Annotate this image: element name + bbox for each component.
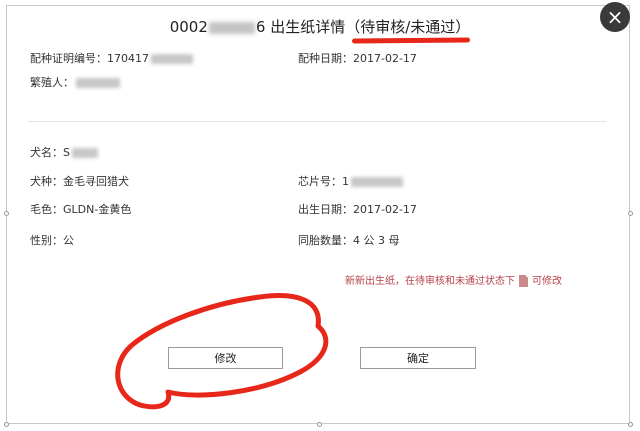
cert-number-value: 170417 bbox=[107, 52, 149, 65]
breed-field: 犬种：金毛寻回猎犬 bbox=[30, 175, 129, 189]
litter-count-field: 同胎数量：4 公 3 母 bbox=[298, 234, 400, 248]
redacted-block bbox=[71, 148, 98, 158]
dog-name-field: 犬名：S bbox=[30, 146, 98, 160]
cert-number-label: 配种证明编号： bbox=[30, 52, 107, 65]
edit-button[interactable]: 修改 bbox=[168, 347, 283, 369]
chip-number-field: 芯片号：1 bbox=[298, 175, 403, 189]
resize-handle-icon[interactable] bbox=[628, 422, 633, 427]
edit-hint-text: 新新出生纸，在待审核和未通过状态下 bbox=[345, 276, 515, 287]
sex-label: 性别： bbox=[30, 234, 63, 247]
redacted-block bbox=[351, 177, 403, 187]
screen: × 0002 6 出生纸详情（待审核/未通过） 配种证明编号：170417 配种日… bbox=[0, 0, 640, 431]
coat-color-field: 毛色：GLDN-金黄色 bbox=[30, 203, 131, 217]
chip-number-label: 芯片号： bbox=[298, 175, 342, 188]
redacted-block bbox=[151, 54, 193, 64]
sex-value: 公 bbox=[63, 234, 74, 247]
edit-hint-note: 新新出生纸，在待审核和未通过状态下 可修改 bbox=[345, 272, 562, 287]
litter-count-value: 4 公 3 母 bbox=[353, 234, 400, 247]
litter-count-label: 同胎数量： bbox=[298, 234, 353, 247]
dog-name-label: 犬名： bbox=[30, 146, 63, 159]
dog-name-value: S bbox=[63, 146, 70, 159]
document-icon bbox=[519, 275, 528, 287]
cert-number-field: 配种证明编号：170417 bbox=[30, 52, 193, 66]
redacted-block bbox=[208, 21, 255, 34]
edit-hint-suffix: 可修改 bbox=[532, 276, 562, 287]
section-divider bbox=[28, 121, 606, 122]
breeding-date-field: 配种日期：2017-02-17 bbox=[298, 52, 417, 66]
breed-value: 金毛寻回猎犬 bbox=[63, 175, 129, 188]
resize-handle-icon[interactable] bbox=[317, 422, 322, 427]
breeding-date-value: 2017-02-17 bbox=[353, 52, 417, 65]
breeding-date-label: 配种日期： bbox=[298, 52, 353, 65]
coat-color-label: 毛色： bbox=[30, 203, 63, 216]
breed-label: 犬种： bbox=[30, 175, 63, 188]
birth-date-field: 出生日期：2017-02-17 bbox=[298, 203, 417, 217]
dialog-title: 0002 6 出生纸详情（待审核/未通过） bbox=[0, 16, 640, 37]
redacted-block bbox=[76, 78, 120, 88]
title-suffix: 6 出生纸详情 bbox=[255, 18, 346, 36]
sex-field: 性别：公 bbox=[30, 234, 74, 248]
title-prefix: 0002 bbox=[169, 18, 208, 36]
breeder-label: 繁殖人： bbox=[30, 76, 74, 89]
chip-number-value: 1 bbox=[342, 175, 349, 188]
breeder-field: 繁殖人： bbox=[30, 76, 120, 90]
birth-date-label: 出生日期： bbox=[298, 203, 353, 216]
birth-date-value: 2017-02-17 bbox=[353, 203, 417, 216]
red-underline-annotation bbox=[351, 37, 471, 44]
resize-handle-icon[interactable] bbox=[4, 211, 9, 216]
status-badge: （待审核/未通过） bbox=[345, 18, 471, 36]
resize-handle-icon[interactable] bbox=[628, 211, 633, 216]
confirm-button[interactable]: 确定 bbox=[360, 347, 476, 369]
coat-color-value: GLDN-金黄色 bbox=[63, 203, 132, 216]
resize-handle-icon[interactable] bbox=[4, 422, 9, 427]
